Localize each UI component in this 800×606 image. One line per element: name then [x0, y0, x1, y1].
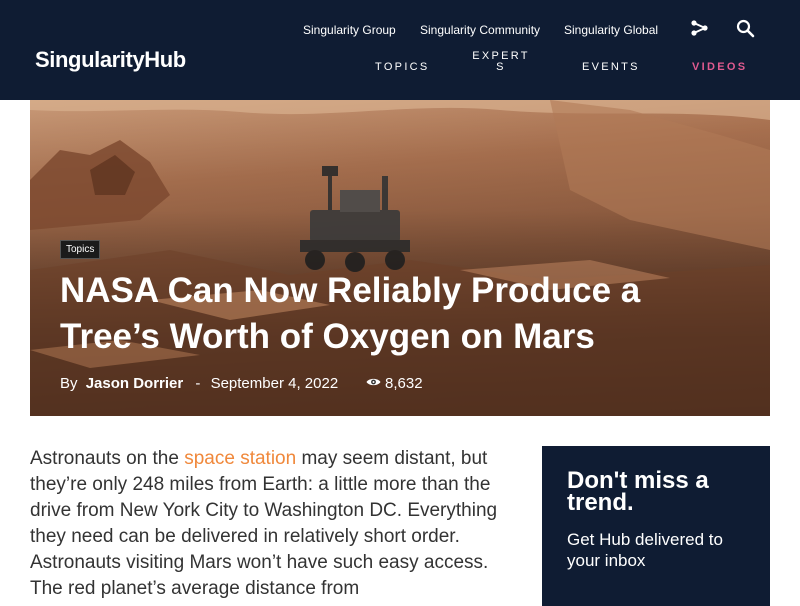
byline: By Jason Dorrier - September 4, 2022: [60, 375, 338, 392]
newsletter-title: Don't miss a trend.: [567, 467, 709, 516]
newsletter-box: Don't miss a trend. Get Hub delivered to…: [542, 446, 770, 606]
search-icon[interactable]: [736, 19, 755, 38]
article-text-1: Astronauts on the: [30, 448, 185, 469]
byline-prefix: By: [60, 375, 78, 392]
byline-separator: -: [195, 375, 201, 392]
view-count: 8,632: [366, 375, 423, 392]
share-icon[interactable]: [690, 20, 708, 36]
hero-image: [30, 100, 770, 416]
nav-events[interactable]: EVENTS: [582, 61, 640, 73]
article-text-2: may seem distant, but they’re only 248 m…: [30, 448, 498, 599]
top-link-singularity-group[interactable]: Singularity Group: [303, 23, 396, 37]
article-title: NASA Can Now Reliably Produce a Tree’s W…: [60, 271, 641, 356]
nav-videos[interactable]: VIDEOS: [692, 61, 747, 73]
article-body: Astronauts on the space station may seem…: [30, 446, 520, 602]
site-header: SingularityHub Singularity Group Singula…: [0, 0, 800, 100]
category-tag[interactable]: Topics: [60, 240, 101, 259]
nav-experts[interactable]: EXPERTS: [470, 51, 532, 73]
eye-icon: [366, 378, 381, 386]
rover: [300, 166, 410, 272]
top-link-singularity-global[interactable]: Singularity Global: [564, 23, 658, 37]
top-link-singularity-community[interactable]: Singularity Community: [420, 23, 540, 37]
author-link[interactable]: Jason Dorrier: [86, 375, 184, 392]
newsletter-subtitle: Get Hub delivered to your inbox: [567, 530, 723, 570]
view-count-value: 8,632: [385, 375, 423, 392]
space-station-link[interactable]: space station: [184, 448, 296, 469]
site-logo[interactable]: SingularityHub: [35, 47, 186, 73]
nav-topics[interactable]: TOPICS: [375, 61, 430, 73]
publish-date: September 4, 2022: [210, 375, 339, 392]
hero-banner: Topics NASA Can Now Reliably Produce a T…: [30, 100, 770, 416]
